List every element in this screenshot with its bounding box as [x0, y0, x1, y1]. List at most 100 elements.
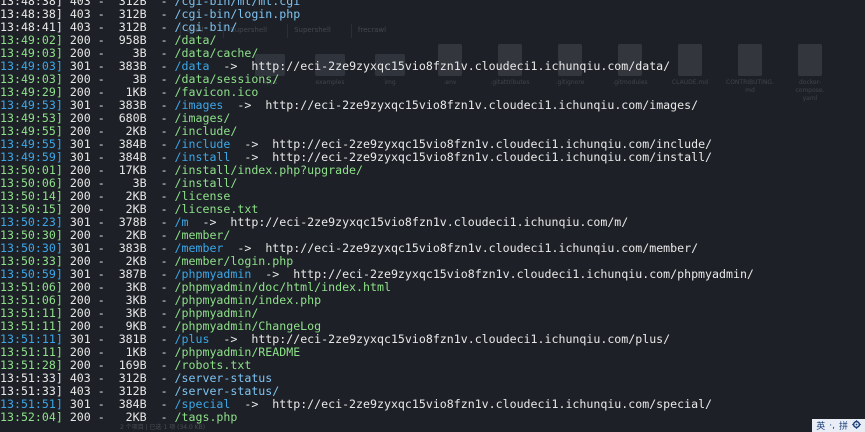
log-separator: - [90, 59, 112, 73]
log-separator: - [90, 332, 112, 346]
log-size: 9KB [111, 319, 147, 333]
log-separator: - [146, 332, 175, 346]
log-separator: - [146, 176, 175, 190]
log-redirect-arrow: -> [230, 397, 273, 411]
log-separator: - [90, 267, 112, 281]
log-path: /phpmyadmin/README [174, 345, 301, 359]
log-size: 312B [111, 371, 147, 385]
log-size: 384B [111, 150, 147, 164]
ime-toolbar[interactable]: 英 ·, 拼 [812, 419, 865, 432]
log-size: 383B [111, 59, 147, 73]
log-status-code: 301 [69, 267, 91, 281]
ime-mode-toggle[interactable]: 拼 [839, 419, 848, 432]
log-separator [63, 267, 70, 281]
log-redirect-target: http://eci-2ze9zyxqc15vio8fzn1v.cloudeci… [251, 59, 671, 73]
log-status-code: 200 [69, 306, 91, 320]
log-separator: - [146, 124, 175, 138]
log-timestamp: 13:51:51] [0, 397, 63, 411]
log-separator: - [90, 241, 112, 255]
log-separator [63, 150, 70, 164]
log-timestamp: 13:52:04] [0, 410, 63, 424]
log-separator [63, 7, 70, 21]
log-separator: - [146, 410, 175, 424]
log-status-code: 301 [69, 137, 91, 151]
log-timestamp: 13:49:59] [0, 150, 63, 164]
log-size: 384B [111, 397, 147, 411]
log-timestamp: 13:49:53] [0, 98, 63, 112]
log-status-code: 301 [69, 98, 91, 112]
log-separator: - [146, 345, 175, 359]
log-separator: - [146, 111, 175, 125]
log-size: 1KB [111, 345, 147, 359]
log-separator [63, 189, 70, 203]
log-timestamp: 13:51:33] [0, 384, 63, 398]
log-separator [63, 358, 70, 372]
log-timestamp: 13:51:06] [0, 280, 63, 294]
log-separator: - [146, 293, 175, 307]
log-status-code: 200 [69, 124, 91, 138]
log-status-code: 200 [69, 345, 91, 359]
log-timestamp: 13:49:29] [0, 85, 63, 99]
log-size: 384B [111, 137, 147, 151]
log-timestamp: 13:49:55] [0, 137, 63, 151]
log-status-code: 200 [69, 176, 91, 190]
log-separator: - [90, 7, 112, 21]
log-size: 383B [111, 98, 147, 112]
log-separator: - [146, 371, 175, 385]
log-separator: - [146, 280, 175, 294]
log-separator: - [146, 306, 175, 320]
log-status-code: 200 [69, 163, 91, 177]
log-separator [63, 124, 70, 138]
log-path: /data/cache/ [174, 46, 259, 60]
log-path: /cgi-bin/login.php [174, 7, 301, 21]
log-size: 3KB [111, 293, 147, 307]
terminal-output[interactable]: 13:48:38] 403 - 312B - /cgi-bin/mt/mt.cg… [0, 0, 865, 424]
log-size: 680B [111, 111, 147, 125]
ime-punctuation-toggle[interactable]: ·, [829, 421, 835, 431]
log-timestamp: 13:49:55] [0, 124, 63, 138]
log-timestamp: 13:51:28] [0, 358, 63, 372]
log-separator: - [146, 59, 175, 73]
log-path: /special [174, 397, 231, 411]
log-separator: - [90, 124, 112, 138]
log-timestamp: 13:51:11] [0, 345, 63, 359]
log-separator [63, 111, 70, 125]
gear-icon[interactable] [852, 419, 861, 432]
log-path: /robots.txt [174, 358, 252, 372]
ime-language-toggle[interactable]: 英 [816, 419, 825, 432]
log-path: /cgi-bin/ [174, 20, 238, 34]
log-separator [63, 85, 70, 99]
log-path: /include [174, 137, 231, 151]
log-timestamp: 13:50:30] [0, 228, 63, 242]
log-size: 1KB [111, 85, 147, 99]
log-separator [63, 59, 70, 73]
log-separator [63, 384, 70, 398]
log-separator: - [90, 163, 112, 177]
log-size: 2KB [111, 124, 147, 138]
log-separator: - [146, 20, 175, 34]
log-separator [63, 215, 70, 229]
log-size: 312B [111, 384, 147, 398]
log-path: /favicon.ico [174, 85, 259, 99]
terminal-window[interactable]: shell Supershell Supershell frecrawl apps ex… [0, 0, 865, 432]
log-separator: - [146, 319, 175, 333]
log-size: 378B [111, 215, 147, 229]
log-separator: - [90, 111, 112, 125]
log-size: 3B [111, 176, 147, 190]
log-separator [63, 410, 70, 424]
log-redirect-arrow: -> [223, 241, 266, 255]
log-status-code: 200 [69, 202, 91, 216]
log-separator: - [90, 358, 112, 372]
log-separator: - [146, 46, 175, 60]
log-timestamp: 13:50:33] [0, 254, 63, 268]
log-separator: - [146, 202, 175, 216]
log-size: 17KB [111, 163, 147, 177]
log-path: /phpmyadmin/index.php [174, 293, 322, 307]
log-separator [63, 254, 70, 268]
log-separator: - [146, 7, 175, 21]
log-separator [63, 345, 70, 359]
log-timestamp: 13:50:59] [0, 267, 63, 281]
log-separator: - [90, 371, 112, 385]
log-separator [63, 306, 70, 320]
log-separator [63, 293, 70, 307]
